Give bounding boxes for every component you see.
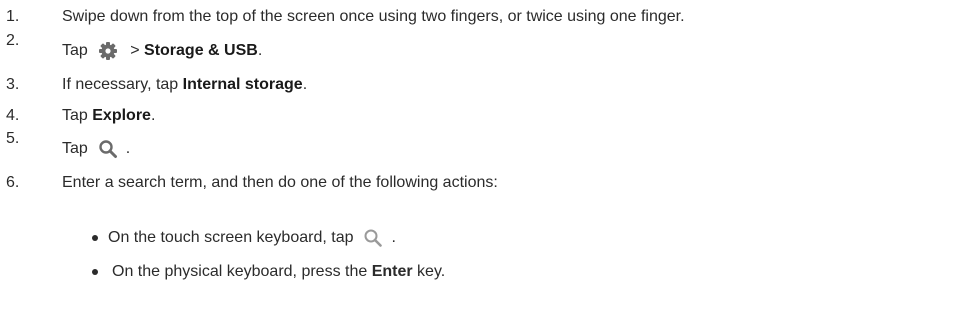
bullet-text-post: . (391, 229, 396, 246)
step-text-post: . (257, 42, 263, 59)
bullet-dot (92, 235, 98, 241)
step-text: Tap > Storage & USB . (62, 40, 262, 62)
bullet-text-bold: Enter (371, 263, 413, 280)
step-number: 6. (6, 174, 20, 191)
step-text: If necessary, tap Internal storage . (62, 76, 307, 94)
bullet-dot (92, 269, 98, 275)
step-text-pre: Tap (62, 140, 88, 157)
step-text-pre: If necessary, tap (62, 76, 183, 93)
step-text: Tap Explore . (62, 107, 155, 125)
step-text-bold: Internal storage (182, 76, 303, 93)
step-number: 1. (6, 8, 20, 25)
search-icon (361, 227, 385, 249)
bullet-text-pre: On the touch screen keyboard, tap (108, 229, 354, 246)
step-text-mid: > (125, 42, 145, 59)
bullet-text: On the physical keyboard, press the Ente… (112, 263, 445, 281)
search-icon (96, 138, 120, 160)
bullet-text-post: key. (412, 263, 446, 280)
step-number: 2. (6, 32, 20, 49)
instruction-document: 1. Swipe down from the top of the screen… (0, 0, 953, 332)
step-text: Swipe down from the top of the screen on… (62, 8, 685, 25)
bullet-text: On the touch screen keyboard, tap . (108, 227, 396, 249)
step-text: Enter a search term, and then do one of … (62, 174, 498, 191)
gear-icon (96, 40, 120, 62)
step-text-post: . (125, 140, 131, 157)
step-text-post: . (302, 76, 308, 93)
step-text-pre: Tap (62, 107, 93, 124)
step-number: 4. (6, 107, 20, 124)
step-text-post: . (150, 107, 156, 124)
step-text-bold: Explore (92, 107, 151, 124)
step-text: Tap . (62, 138, 130, 160)
step-number: 5. (6, 130, 20, 147)
step-text-bold: Storage & USB (144, 42, 258, 59)
bullet-text-pre: On the physical keyboard, press the (112, 263, 372, 280)
step-number: 3. (6, 76, 20, 93)
step-text-pre: Tap (62, 42, 88, 59)
